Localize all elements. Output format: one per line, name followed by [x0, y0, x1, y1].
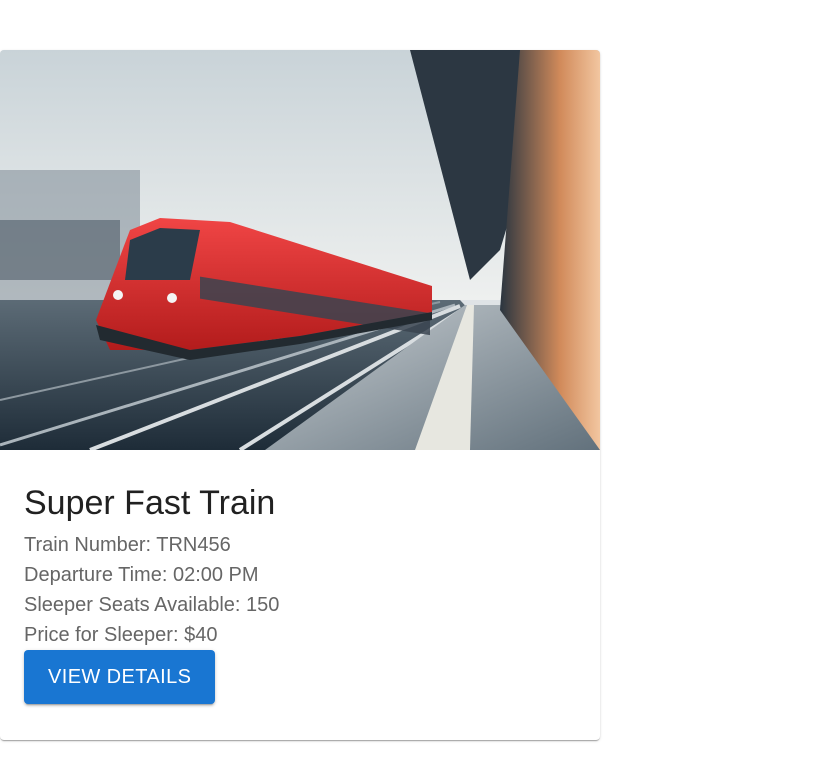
card-content: Super Fast Train Train Number: TRN456 De… [0, 450, 600, 704]
sleeper-price: Price for Sleeper: $40 [24, 624, 218, 646]
train-number: Train Number: TRN456 [24, 534, 231, 556]
train-image [0, 50, 600, 450]
departure-time: Departure Time: 02:00 PM [24, 564, 259, 586]
sleeper-seats: Sleeper Seats Available: 150 [24, 594, 280, 616]
train-title: Super Fast Train [24, 484, 276, 522]
view-details-button[interactable]: View Details [24, 650, 216, 704]
train-card: Super Fast Train Train Number: TRN456 De… [0, 50, 600, 740]
